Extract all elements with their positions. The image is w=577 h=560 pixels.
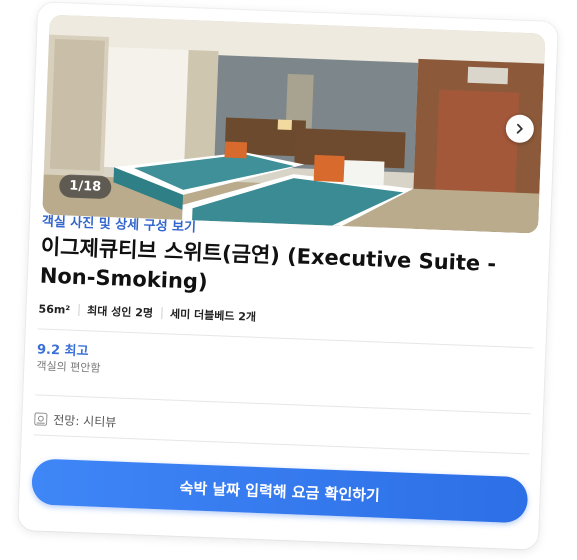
room-title: 이그제큐티브 스위트(금연) (Executive Suite - Non-Sm… [39,234,497,294]
chevron-right-icon [516,123,523,134]
rating-score: 9.2 최고 [36,342,89,360]
room-card: 1/18 객실 사진 및 상세 구성 보기 이그제큐티브 스위트(금연) (Ex… [18,2,558,550]
room-photo-carousel[interactable]: 1/18 [42,14,546,234]
room-specs: 56m² 최대 성인 2명 세미 더블베드 2개 [38,300,256,324]
page: 1/18 객실 사진 및 상세 구성 보기 이그제큐티브 스위트(금연) (Ex… [0,0,577,560]
spec-divider [160,307,163,320]
room-beds: 세미 더블베드 2개 [169,307,257,324]
room-occupancy: 최대 성인 2명 [86,304,154,320]
spec-divider [77,303,80,317]
view-icon [34,412,48,426]
check-rates-button[interactable]: 숙박 날짜 입력해 요금 확인하기 [31,458,529,524]
section-divider [37,328,534,349]
room-size: 56m² [38,301,71,317]
room-view: 전망: 시티뷰 [34,410,117,430]
room-photo [42,14,546,234]
rating-category: 객실의 편안함 [36,359,101,375]
photo-counter-badge: 1/18 [58,174,112,200]
section-divider [35,394,531,415]
room-view-label: 전망: 시티뷰 [53,413,117,430]
section-divider [33,434,530,455]
